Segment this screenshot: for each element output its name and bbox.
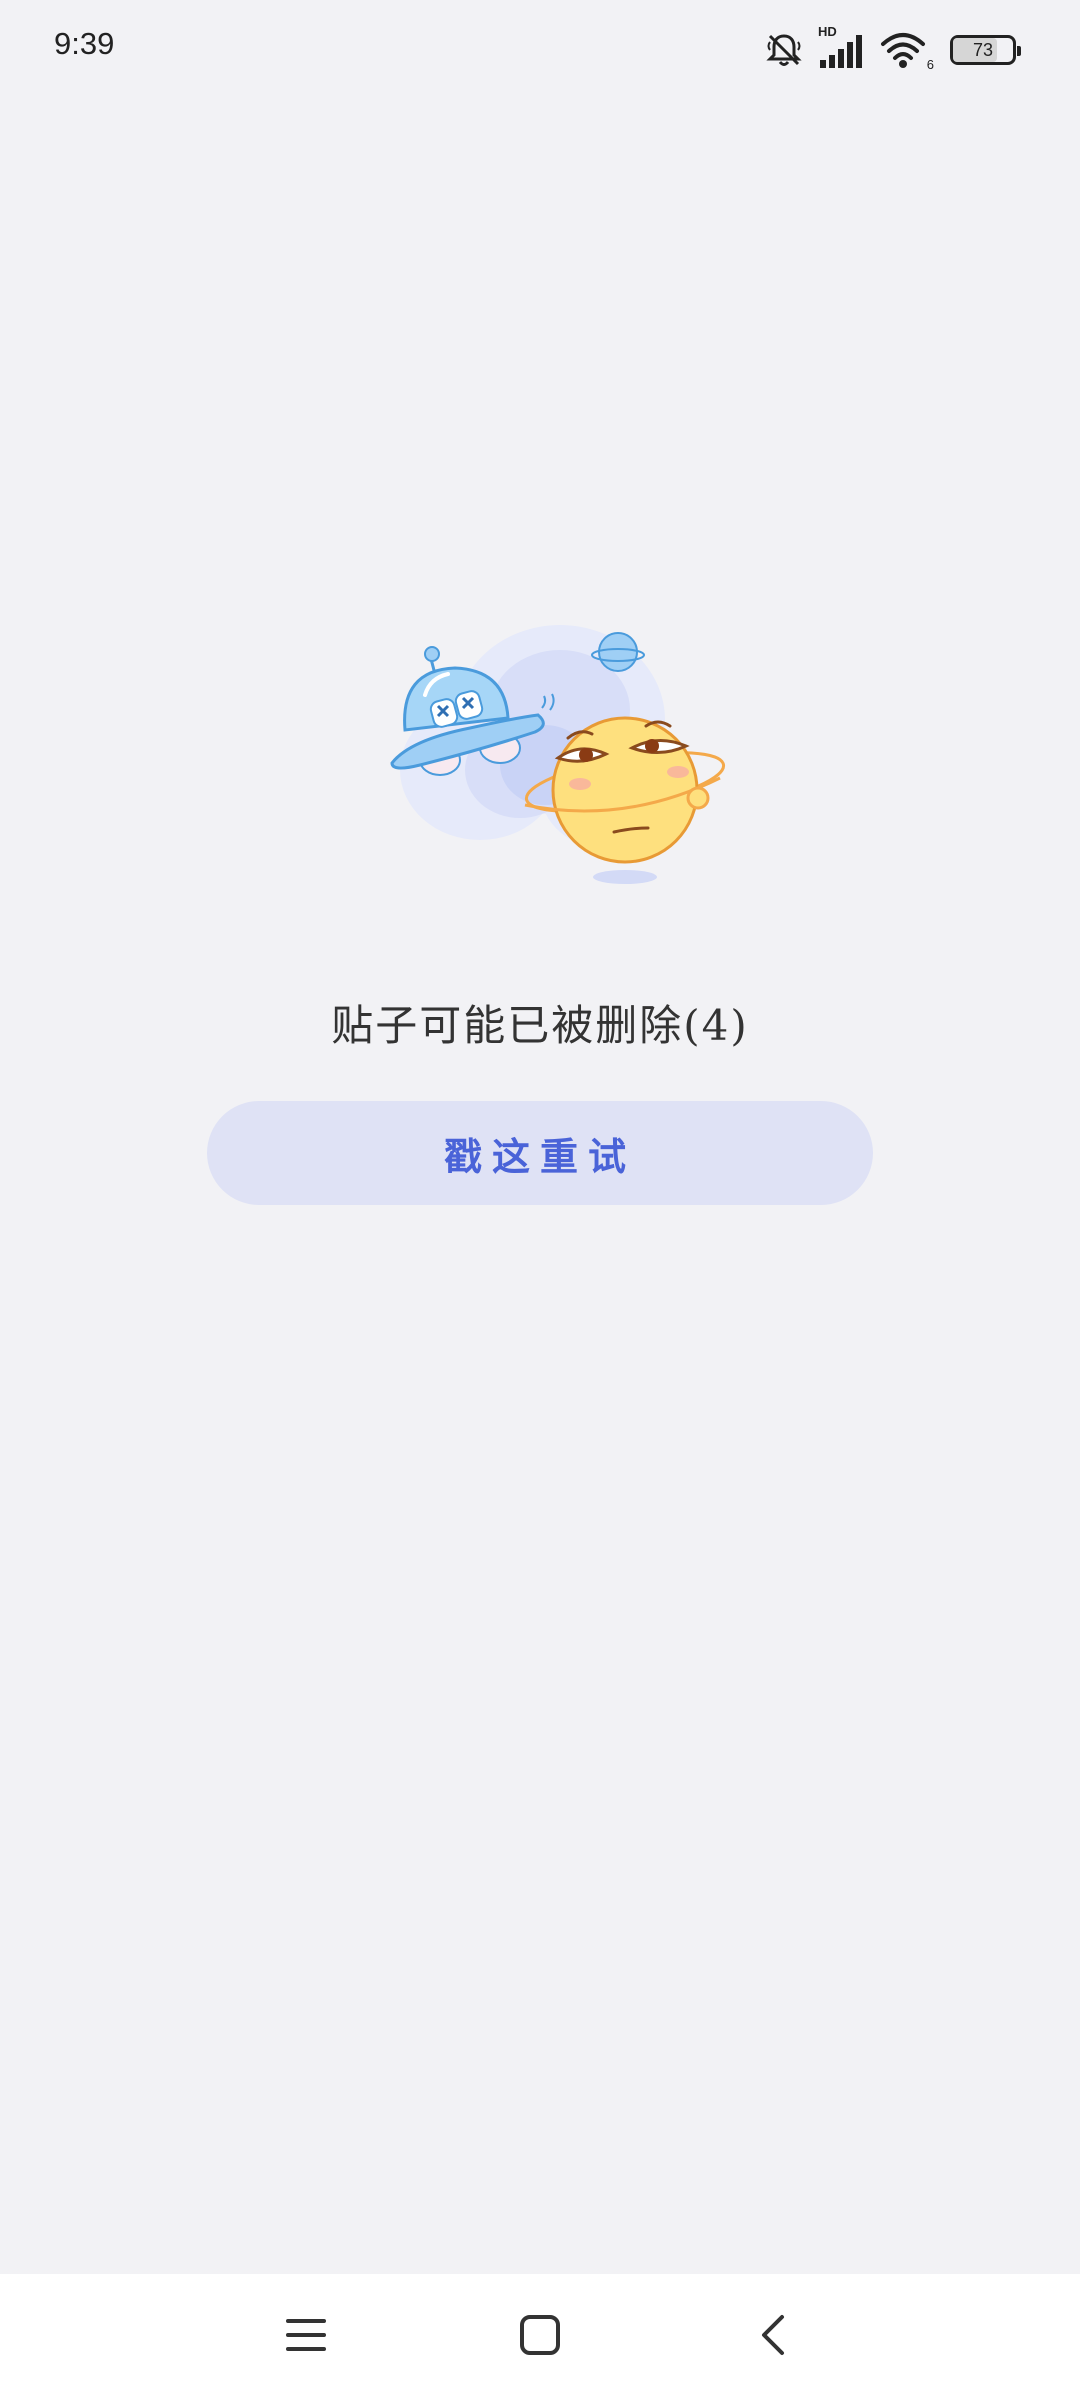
status-time: 9:39 [54, 26, 115, 61]
error-message: 贴子可能已被删除(4) [331, 1001, 749, 1050]
home-icon [518, 2313, 562, 2361]
battery-percent: 73 [972, 40, 994, 60]
wifi-badge: 6 [926, 57, 934, 72]
back-button[interactable] [714, 2274, 834, 2400]
status-icons: HD 6 73 [764, 24, 1021, 72]
retry-button[interactable]: 戳这重试 [207, 1101, 873, 1205]
home-button[interactable] [480, 2274, 600, 2400]
back-icon [752, 2313, 796, 2361]
navigation-bar [0, 2274, 1080, 2400]
status-bar: 9:39 HD 6 73 [0, 0, 1080, 96]
network-badge: HD [818, 24, 837, 39]
mute-icon [764, 30, 804, 70]
menu-icon [284, 2313, 328, 2361]
error-illustration [370, 600, 730, 900]
battery-icon: 73 [950, 35, 1021, 65]
screen: 9:39 HD 6 73 贴子可能已被删除(4) 戳这重试 [0, 0, 1080, 2400]
retry-button-label: 戳这重试 [443, 1133, 636, 1179]
cellular-signal-icon: HD [818, 24, 866, 70]
menu-button[interactable] [246, 2274, 366, 2400]
wifi-icon: 6 [880, 30, 934, 72]
